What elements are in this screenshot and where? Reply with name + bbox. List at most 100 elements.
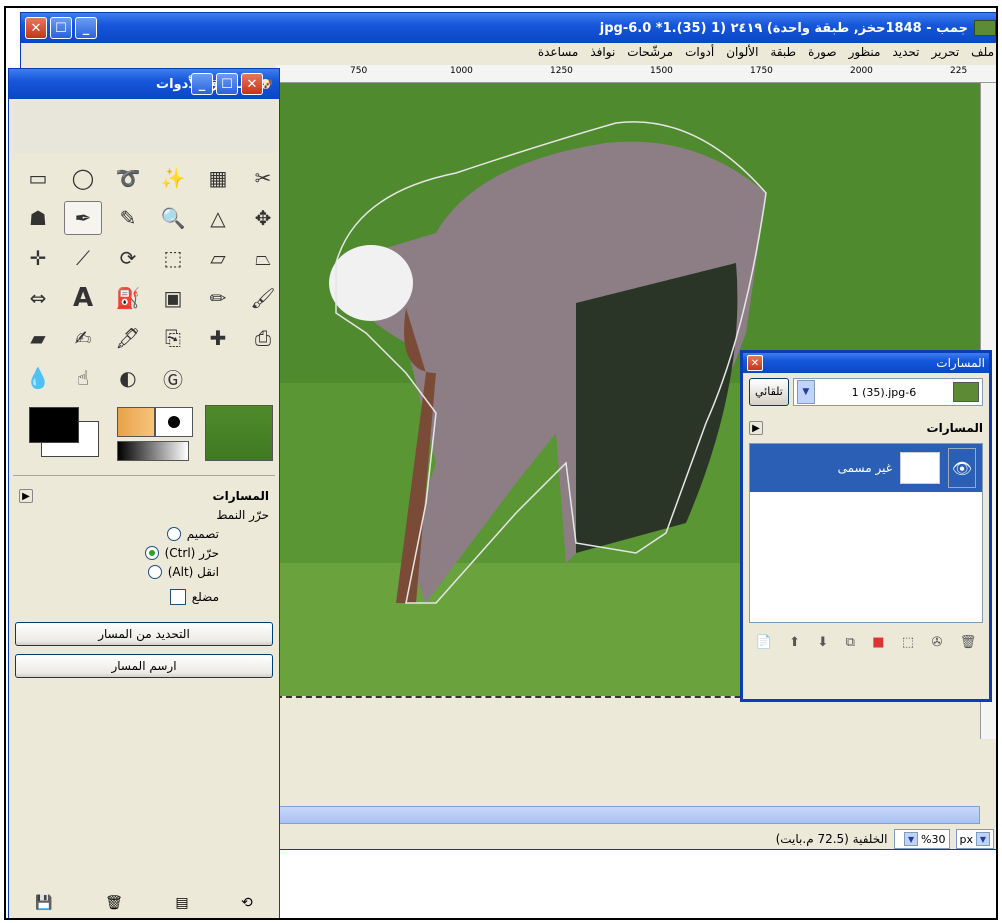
image-thumbnail-icon — [952, 382, 979, 402]
zoom-icon[interactable]: 🔍 — [154, 201, 192, 235]
horizontal-ruler: 750 1000 1250 1500 1750 2000 225 — [276, 65, 996, 83]
new-path-icon[interactable]: 📄 — [756, 635, 772, 650]
image-window-title: جمب - 1848حخز, طبقة واحدة) ٢٤١٩ (1 (35).… — [599, 20, 968, 36]
auto-button[interactable]: تلقائي — [749, 378, 789, 406]
paintbrush-icon[interactable]: 🖌 — [244, 281, 282, 315]
paths-tool-icon[interactable]: ✒ — [64, 201, 102, 235]
lasso-icon[interactable]: ➰ — [109, 161, 147, 195]
stroke-path-button[interactable]: ارسم المسار — [15, 654, 273, 678]
color-picker-icon[interactable]: ✎ — [109, 201, 147, 235]
menu-edit[interactable]: تحرير — [932, 45, 960, 61]
gradient-swatch[interactable] — [117, 441, 189, 461]
heal-icon[interactable]: ✚ — [199, 321, 237, 355]
triangle-right-icon[interactable]: ▶ — [19, 489, 33, 503]
fuzzy-select-icon[interactable]: ✨ — [154, 161, 192, 195]
radio-move[interactable] — [147, 565, 162, 579]
triangle-right-icon[interactable]: ▶ — [749, 421, 763, 435]
eye-icon[interactable]: 👁 — [948, 448, 976, 488]
minimize-icon[interactable]: _ — [75, 17, 97, 39]
menu-filters[interactable]: مرشّحات — [627, 45, 673, 61]
menu-help[interactable]: مساعدة — [538, 45, 579, 61]
shear-icon[interactable]: ▱ — [199, 241, 237, 275]
pencil-icon[interactable]: ✏ — [199, 281, 237, 315]
close-icon[interactable]: ✕ — [241, 73, 263, 95]
ellipse-select-icon[interactable]: ◯ — [64, 161, 102, 195]
mode-edit[interactable]: حرّر (Ctrl) — [19, 546, 269, 560]
delete-path-icon[interactable]: 🗑 — [960, 635, 977, 650]
menu-tools[interactable]: أدوات — [685, 45, 714, 61]
crop-icon[interactable]: ⟋ — [64, 241, 102, 275]
reset-options-icon[interactable]: ⟲ — [241, 895, 253, 911]
maximize-icon[interactable]: ☐ — [216, 73, 238, 95]
image-select-value: 1 (35).jpg-6 — [851, 385, 917, 399]
ruler-label: 1000 — [450, 66, 473, 76]
duplicate-path-icon[interactable]: ⧉ — [846, 635, 855, 650]
stroke-path-icon[interactable]: ✇ — [932, 635, 943, 650]
text-tool-icon[interactable]: A — [64, 281, 102, 315]
ruler-label: 1750 — [750, 66, 773, 76]
raise-path-icon[interactable]: ⬆ — [789, 635, 800, 650]
active-image-thumbnail[interactable] — [205, 405, 273, 461]
image-select[interactable]: ▼ 1 (35).jpg-6 — [792, 378, 983, 406]
color-select-icon[interactable]: ▦ — [199, 161, 237, 195]
measure-icon[interactable]: △ — [199, 201, 237, 235]
tool-options-title: المسارات — [212, 489, 269, 503]
toolbox-logo-area — [13, 101, 275, 153]
menu-image[interactable]: صورة — [808, 45, 836, 61]
selection-from-path-button[interactable]: التحديد من المسار — [15, 622, 273, 646]
menu-view[interactable]: منظور — [849, 45, 881, 61]
move-icon[interactable]: ✥ — [244, 201, 282, 235]
save-options-icon[interactable]: 💾 — [35, 895, 52, 911]
polygon-option[interactable]: مضلع — [19, 589, 269, 605]
menu-file[interactable]: ملف — [971, 45, 994, 61]
rect-select-icon[interactable]: ▭ — [19, 161, 57, 195]
close-icon[interactable]: ✕ — [25, 17, 47, 39]
radio-design[interactable] — [166, 527, 181, 541]
minimize-icon[interactable]: _ — [191, 73, 213, 95]
path-to-selection-icon[interactable]: ■ — [872, 635, 884, 650]
smudge-icon[interactable]: ☝ — [64, 361, 102, 395]
ink-icon[interactable]: 🖋 — [109, 321, 147, 355]
radio-edit[interactable] — [144, 546, 159, 560]
list-item[interactable]: 👁 غير مسمى — [750, 444, 982, 492]
perspective-icon[interactable]: ⏢ — [244, 241, 282, 275]
zoom-select[interactable]: %30 ▼ — [893, 829, 950, 849]
brush-swatch[interactable] — [155, 407, 193, 437]
horizontal-scrollbar[interactable] — [276, 806, 980, 824]
foreground-color-swatch[interactable] — [29, 407, 79, 443]
selection-to-path-icon[interactable]: ⬚ — [902, 635, 914, 650]
dodge-burn-icon[interactable]: ◐ — [109, 361, 147, 395]
bucket-fill-icon[interactable]: ⛽ — [109, 281, 147, 315]
eraser-icon[interactable]: ▰ — [19, 321, 57, 355]
align-icon[interactable]: ✛ — [19, 241, 57, 275]
flip-icon[interactable]: ⇔ — [19, 281, 57, 315]
airbrush-icon[interactable]: ✍ — [64, 321, 102, 355]
chevron-down-icon: ▼ — [796, 380, 815, 404]
perspective-clone-icon[interactable]: ⎙ — [244, 321, 282, 355]
mode-move[interactable]: انقل (Alt) — [19, 565, 269, 579]
pattern-swatch[interactable] — [117, 407, 155, 437]
clone-icon[interactable]: ⎘ — [154, 321, 192, 355]
menu-colors[interactable]: الألوان — [726, 45, 758, 61]
foreground-select-icon[interactable]: ☗ — [19, 201, 57, 235]
unit-select[interactable]: ▼ px — [955, 829, 994, 849]
menu-select[interactable]: تحديد — [892, 45, 919, 61]
mode-design[interactable]: تصميم — [19, 527, 269, 541]
paths-dialog-title: المسارات — [936, 356, 985, 370]
close-icon[interactable]: ✕ — [747, 355, 763, 371]
tool-options: المسارات ▶ حرّر النمط تصميم حرّر (Ctrl) … — [9, 480, 279, 614]
polygon-checkbox[interactable] — [169, 589, 186, 605]
lower-path-icon[interactable]: ⬇ — [817, 635, 828, 650]
scale-icon[interactable]: ⬚ — [154, 241, 192, 275]
gegl-icon[interactable]: Ⓖ — [154, 361, 192, 395]
menu-layer[interactable]: طبقة — [770, 45, 796, 61]
maximize-icon[interactable]: ☐ — [50, 17, 72, 39]
image-thumbnail-icon — [974, 20, 996, 36]
rotate-icon[interactable]: ⟳ — [109, 241, 147, 275]
delete-options-icon[interactable]: 🗑 — [105, 895, 123, 911]
menu-windows[interactable]: نوافذ — [590, 45, 615, 61]
restore-options-icon[interactable]: ▤ — [175, 895, 188, 911]
blur-icon[interactable]: 💧 — [19, 361, 57, 395]
scissors-icon[interactable]: ✂ — [244, 161, 282, 195]
blend-icon[interactable]: ▣ — [154, 281, 192, 315]
